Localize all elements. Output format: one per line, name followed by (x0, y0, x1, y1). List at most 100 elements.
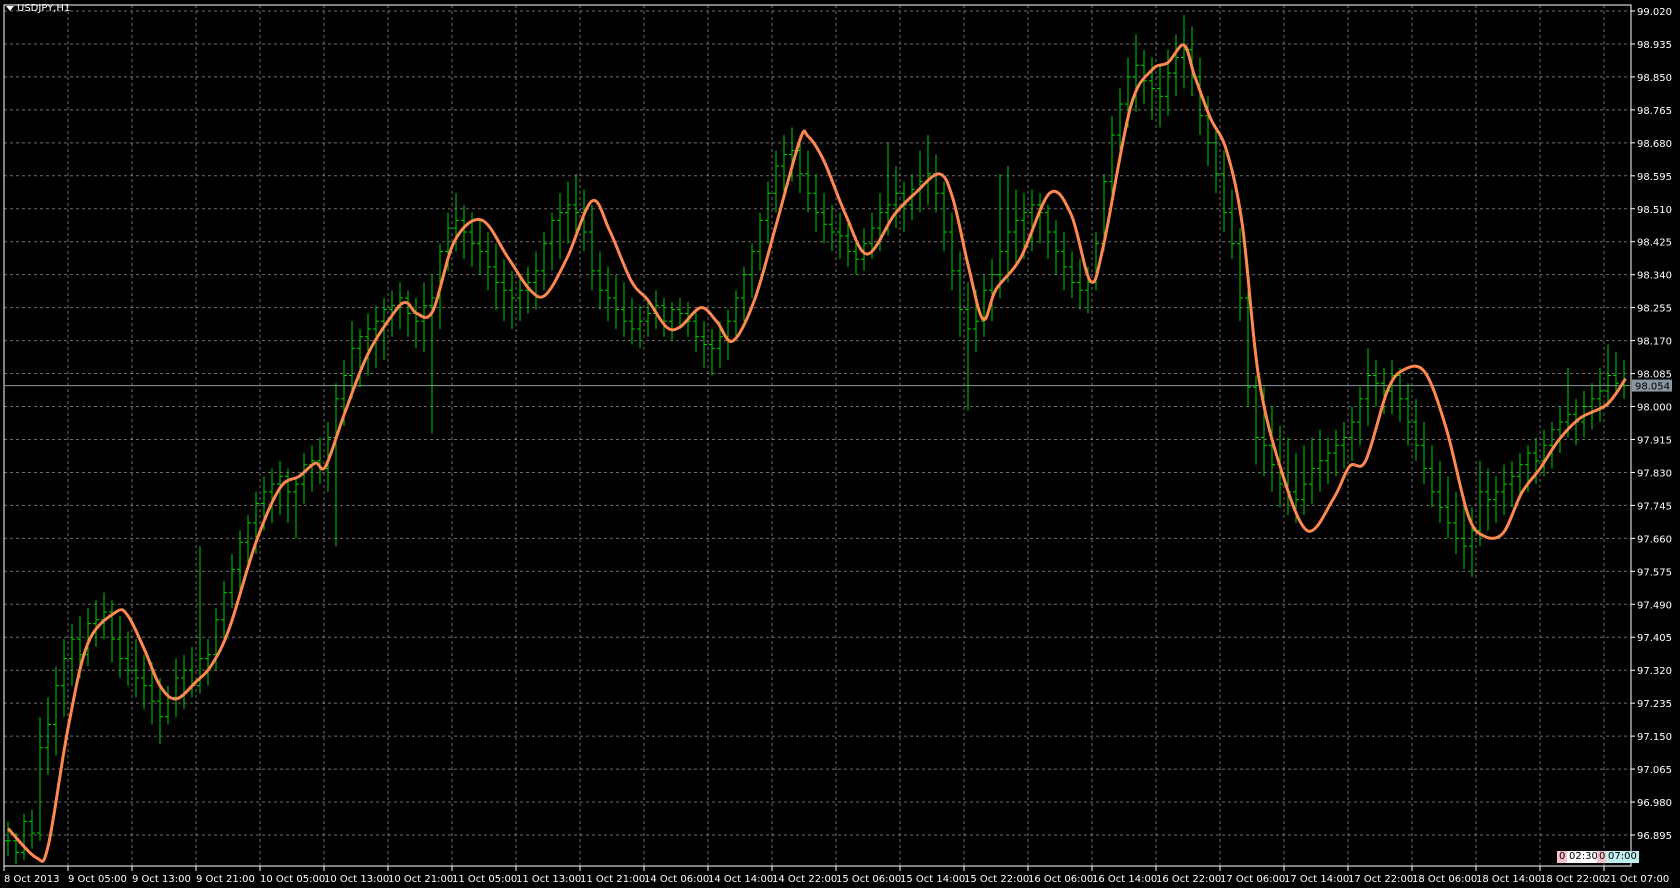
x-tick-label: 11 Oct 13:00 (516, 874, 581, 885)
price-bar (5, 821, 11, 857)
price-bar (1357, 387, 1363, 446)
symbol-label: USDJPY,H1 (17, 3, 71, 14)
x-tick-label: 14 Oct 22:00 (772, 874, 837, 885)
price-bar (597, 251, 603, 310)
price-bar (1429, 445, 1435, 508)
timer-left-count: 0 (1557, 851, 1568, 863)
price-bar (1317, 429, 1323, 492)
price-bar (1053, 220, 1059, 275)
price-bar (197, 546, 203, 694)
price-bar (1493, 476, 1499, 523)
price-bar (1029, 189, 1035, 252)
chart-window[interactable]: 99.020 98.935 98.850 98.765 98.680 98.595 98.5… (0, 0, 1680, 888)
price-bar (1365, 348, 1371, 426)
price-bar (629, 297, 635, 345)
price-bar (805, 150, 811, 213)
x-tick-label: 11 Oct 05:00 (452, 874, 517, 885)
y-tick-label: 98.085 (1637, 370, 1672, 381)
price-bar (837, 212, 843, 260)
y-tick-label: 97.150 (1637, 732, 1672, 743)
x-tick-label: 14 Oct 06:00 (644, 874, 709, 885)
y-tick-label: 97.490 (1637, 600, 1672, 611)
x-tick-label: 11 Oct 21:00 (580, 874, 645, 885)
price-bar (69, 623, 75, 686)
x-tick-label: 18 Oct 14:00 (1476, 874, 1541, 885)
price-bar (533, 251, 539, 310)
y-tick-label: 97.405 (1637, 633, 1672, 644)
price-bar (1597, 367, 1603, 423)
price-bar (701, 321, 707, 368)
price-bar (1045, 204, 1051, 260)
y-tick-label: 98.935 (1637, 40, 1672, 51)
price-bar (53, 666, 59, 756)
price-bar (933, 154, 939, 213)
price-bar (301, 453, 307, 504)
x-tick-label: 10 Oct 21:00 (388, 874, 453, 885)
x-tick-label: 14 Oct 14:00 (708, 874, 773, 885)
price-bar (477, 220, 483, 275)
price-bar (509, 270, 515, 329)
x-tick-label: 17 Oct 22:00 (1348, 874, 1413, 885)
x-tick-label: 10 Oct 13:00 (324, 874, 389, 885)
price-bar (813, 173, 819, 233)
price-bar (709, 328, 715, 376)
price-bar (1541, 429, 1547, 477)
price-bar (1445, 476, 1451, 539)
price-bar (1605, 344, 1611, 407)
y-tick-label: 98.425 (1637, 238, 1672, 249)
chart-title[interactable]: USDJPY,H1 (6, 3, 70, 14)
y-tick-label: 98.000 (1637, 403, 1672, 414)
price-bar (613, 274, 619, 329)
price-bar (917, 150, 923, 213)
price-bar (173, 658, 179, 717)
price-bar (773, 150, 779, 213)
y-tick-label: 98.255 (1637, 304, 1672, 315)
x-tick-label: 15 Oct 14:00 (900, 874, 965, 885)
y-tick-label: 98.595 (1637, 172, 1672, 183)
price-bar (981, 274, 987, 337)
price-bar (1309, 437, 1315, 504)
x-tick-label: 16 Oct 06:00 (1028, 874, 1093, 885)
price-bar (565, 181, 571, 244)
price-bar (293, 476, 299, 539)
y-tick-label: 98.170 (1637, 337, 1672, 348)
price-bar (1413, 398, 1419, 461)
x-tick-label: 9 Oct 05:00 (68, 874, 127, 885)
price-bar (845, 224, 851, 267)
price-bar (229, 553, 235, 609)
price-bar (1421, 422, 1427, 485)
y-tick-label: 96.980 (1637, 798, 1672, 809)
price-bar (109, 600, 115, 663)
price-bar (541, 232, 547, 291)
price-bar (37, 716, 43, 841)
price-bar (1373, 359, 1379, 407)
dropdown-triangle-icon[interactable] (6, 6, 14, 11)
y-tick-label: 98.680 (1637, 139, 1672, 150)
price-bar (125, 631, 131, 686)
x-tick-label: 21 Oct 07:00 (1604, 874, 1669, 885)
price-bar (221, 581, 227, 640)
price-bar (429, 274, 435, 434)
price-bar (965, 282, 971, 411)
price-bar (1005, 166, 1011, 283)
price-bar (741, 266, 747, 322)
x-tick-label: 17 Oct 14:00 (1284, 874, 1349, 885)
price-bar (205, 639, 211, 686)
price-bar (1253, 375, 1259, 465)
price-bar (493, 243, 499, 310)
timer-right-time: 07:00 (1606, 851, 1639, 863)
price-bar (45, 697, 51, 775)
price-bar (141, 654, 147, 709)
x-tick-label: 18 Oct 06:00 (1412, 874, 1477, 885)
y-tick-label: 97.575 (1637, 567, 1672, 578)
price-bar (1437, 460, 1443, 523)
price-chart[interactable]: 99.020 98.935 98.850 98.765 98.680 98.595 98.5… (0, 0, 1680, 888)
y-tick-label: 97.915 (1637, 435, 1672, 446)
x-tick-label: 16 Oct 22:00 (1156, 874, 1221, 885)
price-bar (1557, 406, 1563, 454)
x-tick-label: 8 Oct 2013 (4, 874, 59, 885)
price-bar (317, 437, 323, 485)
price-bar (405, 290, 411, 337)
price-bar (1453, 491, 1459, 554)
price-bar (637, 305, 643, 349)
